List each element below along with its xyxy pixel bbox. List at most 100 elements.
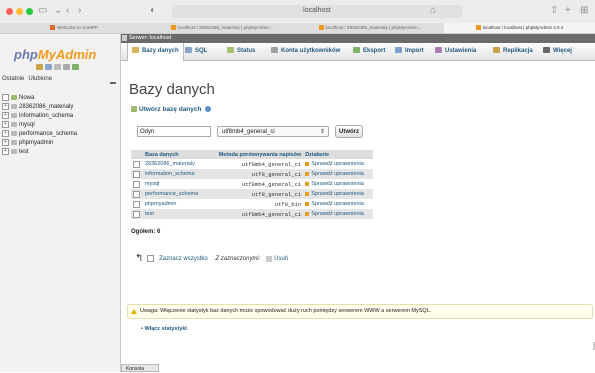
database-name-input[interactable]: Odyn (137, 126, 211, 137)
server-breadcrumb-label[interactable]: Serwer: localhost (129, 35, 171, 41)
close-window-button[interactable] (6, 8, 13, 15)
check-privileges-link[interactable]: Sprawdź uprawnienia (303, 209, 373, 219)
menu-tab-icon (493, 47, 500, 54)
tab-pma-1[interactable]: localhost / 28362086_materialy | phpMyAd… (148, 23, 296, 33)
check-all-link[interactable]: Zaznacz wszystko (159, 256, 208, 262)
menu-tab-8[interactable]: Więcej (543, 43, 572, 60)
check-privileges-link[interactable]: Sprawdź uprawnienia (303, 189, 373, 199)
new-tab-icon[interactable]: + (565, 5, 571, 17)
menu-tab-label: Replikacja (503, 48, 533, 54)
menu-tab-3[interactable]: Konta użytkowników (271, 43, 340, 60)
row-checkbox[interactable] (133, 200, 140, 208)
delete-button[interactable]: Usuń (274, 256, 288, 262)
check-privileges-link[interactable]: Sprawdź uprawnienia (303, 199, 373, 209)
tab-xampp[interactable]: Welcome to XAMPP (0, 23, 148, 33)
menu-tab-5[interactable]: Import (395, 43, 424, 60)
favorites-tab[interactable]: Ulubione (28, 76, 52, 82)
table-row: performance_schema utf8_general_ci Sprawdź… (131, 189, 373, 199)
column-header-database[interactable]: Baza danych (143, 150, 207, 159)
menu-tab-7[interactable]: Replikacja (493, 43, 533, 60)
logo-icon-row (36, 64, 81, 72)
tree-item-label: test (19, 149, 29, 156)
privacy-shield-icon[interactable]: ◐ (150, 5, 156, 17)
tree-item-database[interactable]: +28362086_materialy (2, 103, 77, 112)
tree-item-database[interactable]: + mysql (2, 121, 77, 130)
help-icon[interactable] (205, 106, 212, 113)
expand-icon[interactable]: + (2, 112, 9, 119)
menu-tab-label: SQL (195, 48, 208, 54)
tree-item-database[interactable]: + test (2, 148, 77, 157)
maximize-window-button[interactable] (26, 8, 33, 15)
menu-tab-2[interactable]: Status (227, 43, 255, 60)
menu-tab-1[interactable]: SQL (185, 43, 207, 60)
menu-tab-6[interactable]: Ustawienia (435, 43, 476, 60)
row-checkbox[interactable] (133, 190, 140, 198)
tab-overview-icon[interactable]: ⊞ (580, 5, 588, 17)
tab-pma-active[interactable]: localhost / localhost | phpMyAdmin 4.0.4 (444, 23, 595, 33)
row-checkbox[interactable] (133, 170, 140, 178)
privileges-icon (305, 161, 310, 166)
table-row: information_schema utf8_general_ci Sprawdź… (131, 169, 373, 179)
collapse-all-icon[interactable] (110, 82, 116, 84)
expand-icon[interactable]: + (2, 130, 9, 137)
expand-icon[interactable]: + (2, 148, 9, 155)
tree-item-database[interactable]: + information_schema (2, 112, 77, 121)
phpmyadmin-logo[interactable]: phpMyAdmin (14, 47, 96, 62)
expand-icon[interactable]: + (2, 121, 9, 128)
check-all-checkbox[interactable] (147, 255, 155, 262)
row-checkbox[interactable] (133, 180, 140, 188)
recent-tab[interactable]: Ostatnie (2, 76, 24, 82)
delete-icon (266, 255, 273, 262)
pma-favicon-icon (170, 25, 176, 31)
database-tree: Nowa +28362086_materialy + information_sche… (2, 94, 77, 157)
column-header-collation[interactable]: Metoda porównywania napisów (206, 150, 304, 159)
expand-icon[interactable]: + (2, 139, 9, 146)
database-name-link[interactable]: performance_schema (143, 189, 207, 199)
check-privileges-link[interactable]: Sprawdź uprawnienia (303, 159, 373, 169)
row-checkbox[interactable] (133, 160, 140, 168)
help-icon[interactable] (54, 64, 61, 70)
privileges-icon (305, 181, 310, 186)
share-icon[interactable]: ⇧ (550, 5, 558, 17)
sidebar-toggle-icon[interactable]: ▭ (38, 5, 47, 17)
menu-tab-0[interactable]: Bazy danych (127, 43, 184, 61)
expand-icon[interactable]: + (2, 103, 9, 110)
database-name-link[interactable]: information_schema (143, 169, 207, 179)
arrow-up-icon: ↰ (135, 253, 144, 264)
console-toggle[interactable]: Konsola (121, 364, 159, 372)
sql-window-icon[interactable] (45, 64, 52, 70)
tree-item-database[interactable]: + performance_schema (2, 130, 77, 139)
total-count: Ogółem: 6 (131, 229, 161, 235)
settings-gear-icon[interactable] (63, 64, 70, 70)
check-privileges-link[interactable]: Sprawdź uprawnienia (303, 169, 373, 179)
database-name-link[interactable]: test (143, 209, 207, 219)
minimize-window-button[interactable] (16, 8, 23, 15)
tree-item-database[interactable]: + phpmyadmin (2, 139, 77, 148)
select-arrows-icon: ⇕ (319, 129, 325, 135)
address-bar[interactable]: localhost (172, 5, 462, 18)
check-privileges-link[interactable]: Sprawdź uprawnienia (303, 179, 373, 189)
home-icon[interactable] (36, 64, 43, 70)
menu-tab-icon (435, 47, 442, 54)
dropdown-chevron-icon[interactable]: ⌄ (54, 5, 62, 17)
enable-statistics-link[interactable]: • Włącz statystyki (141, 326, 187, 332)
reload-icon[interactable] (72, 64, 79, 70)
database-name-link[interactable]: phpmyadmin (143, 199, 207, 209)
forward-arrow-icon[interactable]: › (78, 5, 81, 17)
tree-item-label: information_schema (19, 113, 74, 120)
collation-select[interactable]: utf8mb4_general_ci ⇕ (217, 126, 329, 137)
menu-tab-icon (543, 47, 550, 54)
row-checkbox-cell (131, 159, 143, 169)
create-database-button[interactable]: Utwórz (335, 125, 363, 138)
menu-tab-label: Bazy danych (142, 48, 179, 54)
server-breadcrumb: Serwer: localhost (121, 34, 595, 43)
tab-pma-2[interactable]: localhost / 28362086_materialy | phpMyAd… (296, 23, 444, 33)
back-arrow-icon[interactable]: ‹ (66, 5, 69, 17)
tree-item-new-database[interactable]: Nowa (2, 94, 77, 103)
database-name-link[interactable]: mysql (143, 179, 207, 189)
menu-tab-4[interactable]: Eksport (353, 43, 385, 60)
tree-item-label: 28362086_materialy (19, 104, 74, 111)
row-checkbox[interactable] (133, 210, 140, 218)
expand-icon[interactable] (2, 94, 9, 101)
database-name-link[interactable]: 28362086_materialy (143, 159, 207, 169)
